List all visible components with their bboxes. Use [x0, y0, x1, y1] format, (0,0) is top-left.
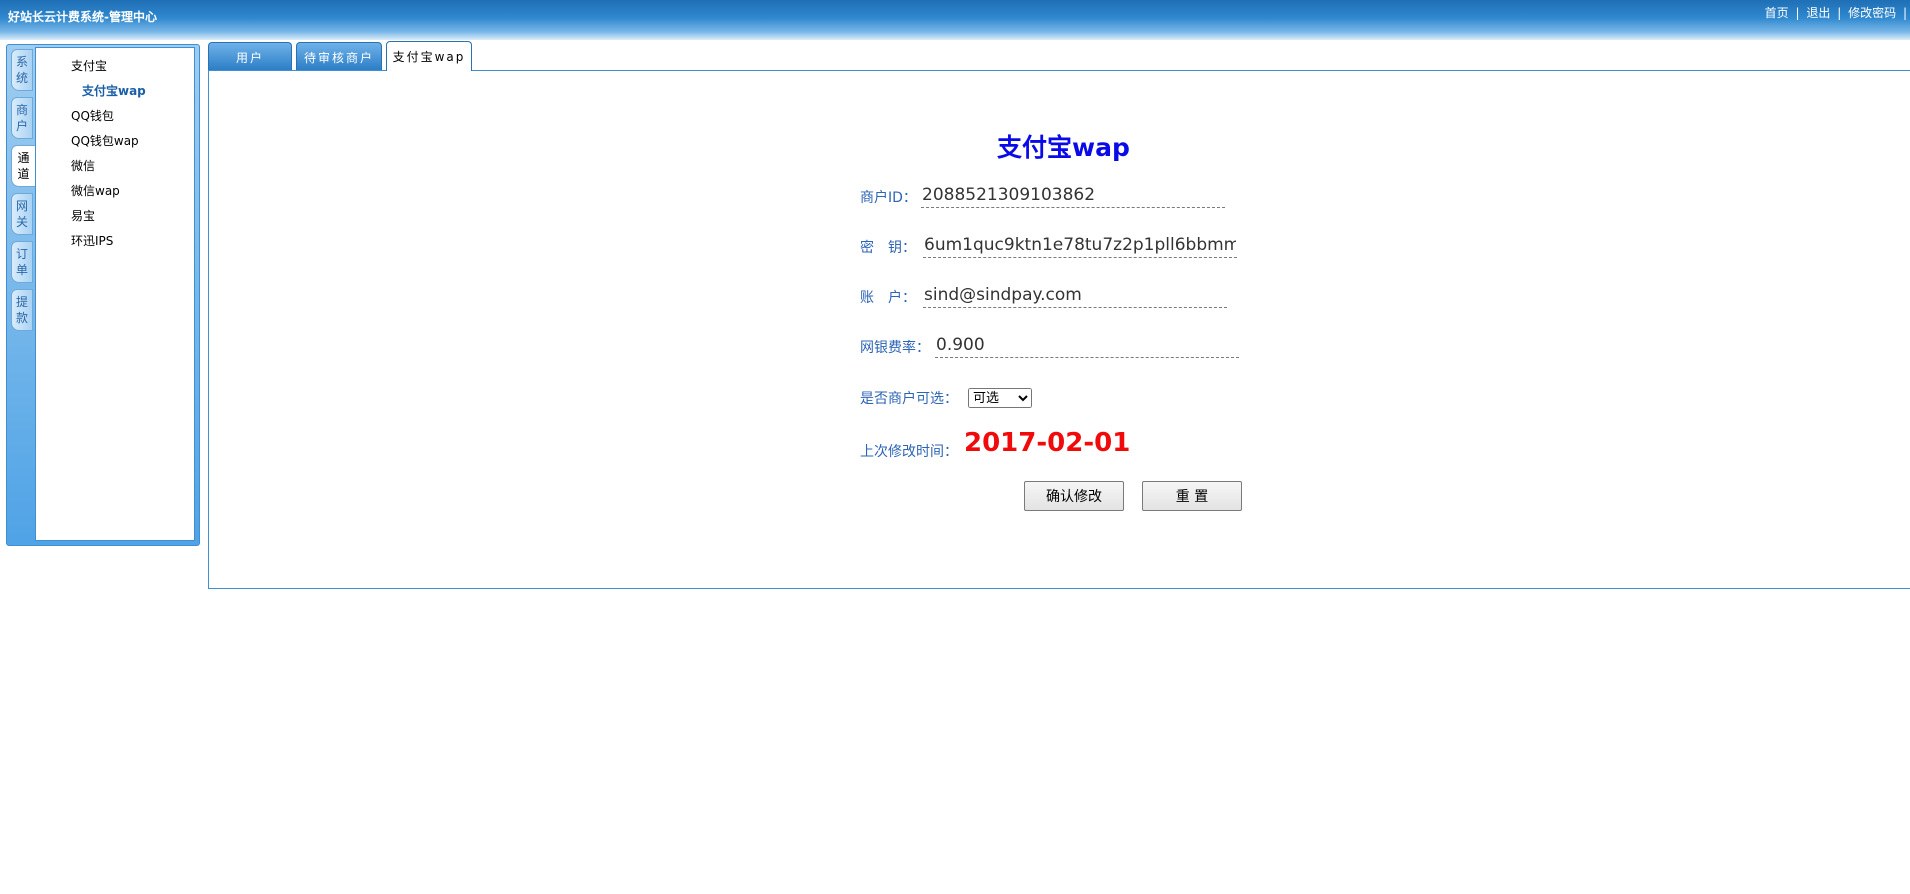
account-field[interactable] — [923, 283, 1227, 308]
channel-nav: 支付宝 支付宝wap QQ钱包 QQ钱包wap 微信 微信wap 易宝 环迅IP… — [35, 47, 195, 541]
selectable-label: 是否商户可选： — [860, 391, 958, 407]
nav-item-ips[interactable]: 环迅IPS — [71, 232, 113, 249]
nav-item-alipay[interactable]: 支付宝 — [71, 57, 107, 74]
side-tab-channel[interactable]: 通道 — [11, 145, 35, 187]
left-panel: 系统 商户 通道 网关 订单 提款 支付宝 支付宝wap QQ钱包 QQ钱包wa… — [6, 44, 200, 546]
rate-label: 网银费率： — [860, 340, 930, 356]
link-separator: | — [1837, 6, 1842, 20]
merchant-id-label: 商户ID： — [860, 190, 917, 206]
key-field[interactable] — [923, 233, 1237, 258]
last-modified-label: 上次修改时间： — [860, 444, 958, 460]
tab-pending-merchants[interactable]: 待审核商户 — [296, 42, 382, 70]
top-header: 好站长云计费系统-管理中心 首页 | 退出 | 修改密码 | — [0, 0, 1910, 40]
link-separator: | — [1795, 6, 1800, 20]
top-links: 首页 | 退出 | 修改密码 | — [1765, 4, 1910, 21]
selectable-select[interactable]: 可选 — [968, 388, 1032, 408]
nav-item-qq-wallet[interactable]: QQ钱包 — [71, 107, 114, 124]
app-title: 好站长云计费系统-管理中心 — [8, 10, 157, 24]
side-tab-order[interactable]: 订单 — [11, 241, 33, 283]
confirm-button[interactable]: 确认修改 — [1024, 481, 1124, 511]
rate-field[interactable] — [935, 333, 1239, 358]
link-separator: | — [1902, 6, 1907, 20]
side-tab-system[interactable]: 系统 — [11, 49, 33, 91]
form-title: 支付宝wap — [997, 133, 1130, 162]
logout-link[interactable]: 退出 — [1806, 6, 1830, 20]
side-tab-gateway[interactable]: 网关 — [11, 193, 33, 235]
merchant-id-field[interactable] — [921, 183, 1225, 208]
home-link[interactable]: 首页 — [1765, 6, 1789, 20]
account-label: 账 户： — [860, 290, 916, 306]
reset-button[interactable]: 重 置 — [1142, 481, 1242, 511]
key-label: 密 钥： — [860, 240, 916, 256]
last-modified-value: 2017-02-01 — [964, 428, 1131, 458]
tab-alipay-wap[interactable]: 支付宝wap — [386, 41, 472, 71]
nav-item-wechat[interactable]: 微信 — [71, 157, 95, 174]
change-password-link[interactable]: 修改密码 — [1848, 6, 1896, 20]
nav-item-alipay-wap[interactable]: 支付宝wap — [82, 82, 146, 99]
side-tab-merchant[interactable]: 商户 — [11, 97, 33, 139]
tab-users[interactable]: 用户 — [208, 42, 292, 70]
nav-item-wechat-wap[interactable]: 微信wap — [71, 182, 120, 199]
side-tab-withdraw[interactable]: 提款 — [11, 289, 33, 331]
nav-item-qq-wallet-wap[interactable]: QQ钱包wap — [71, 132, 139, 149]
nav-item-yeepay[interactable]: 易宝 — [71, 207, 95, 224]
